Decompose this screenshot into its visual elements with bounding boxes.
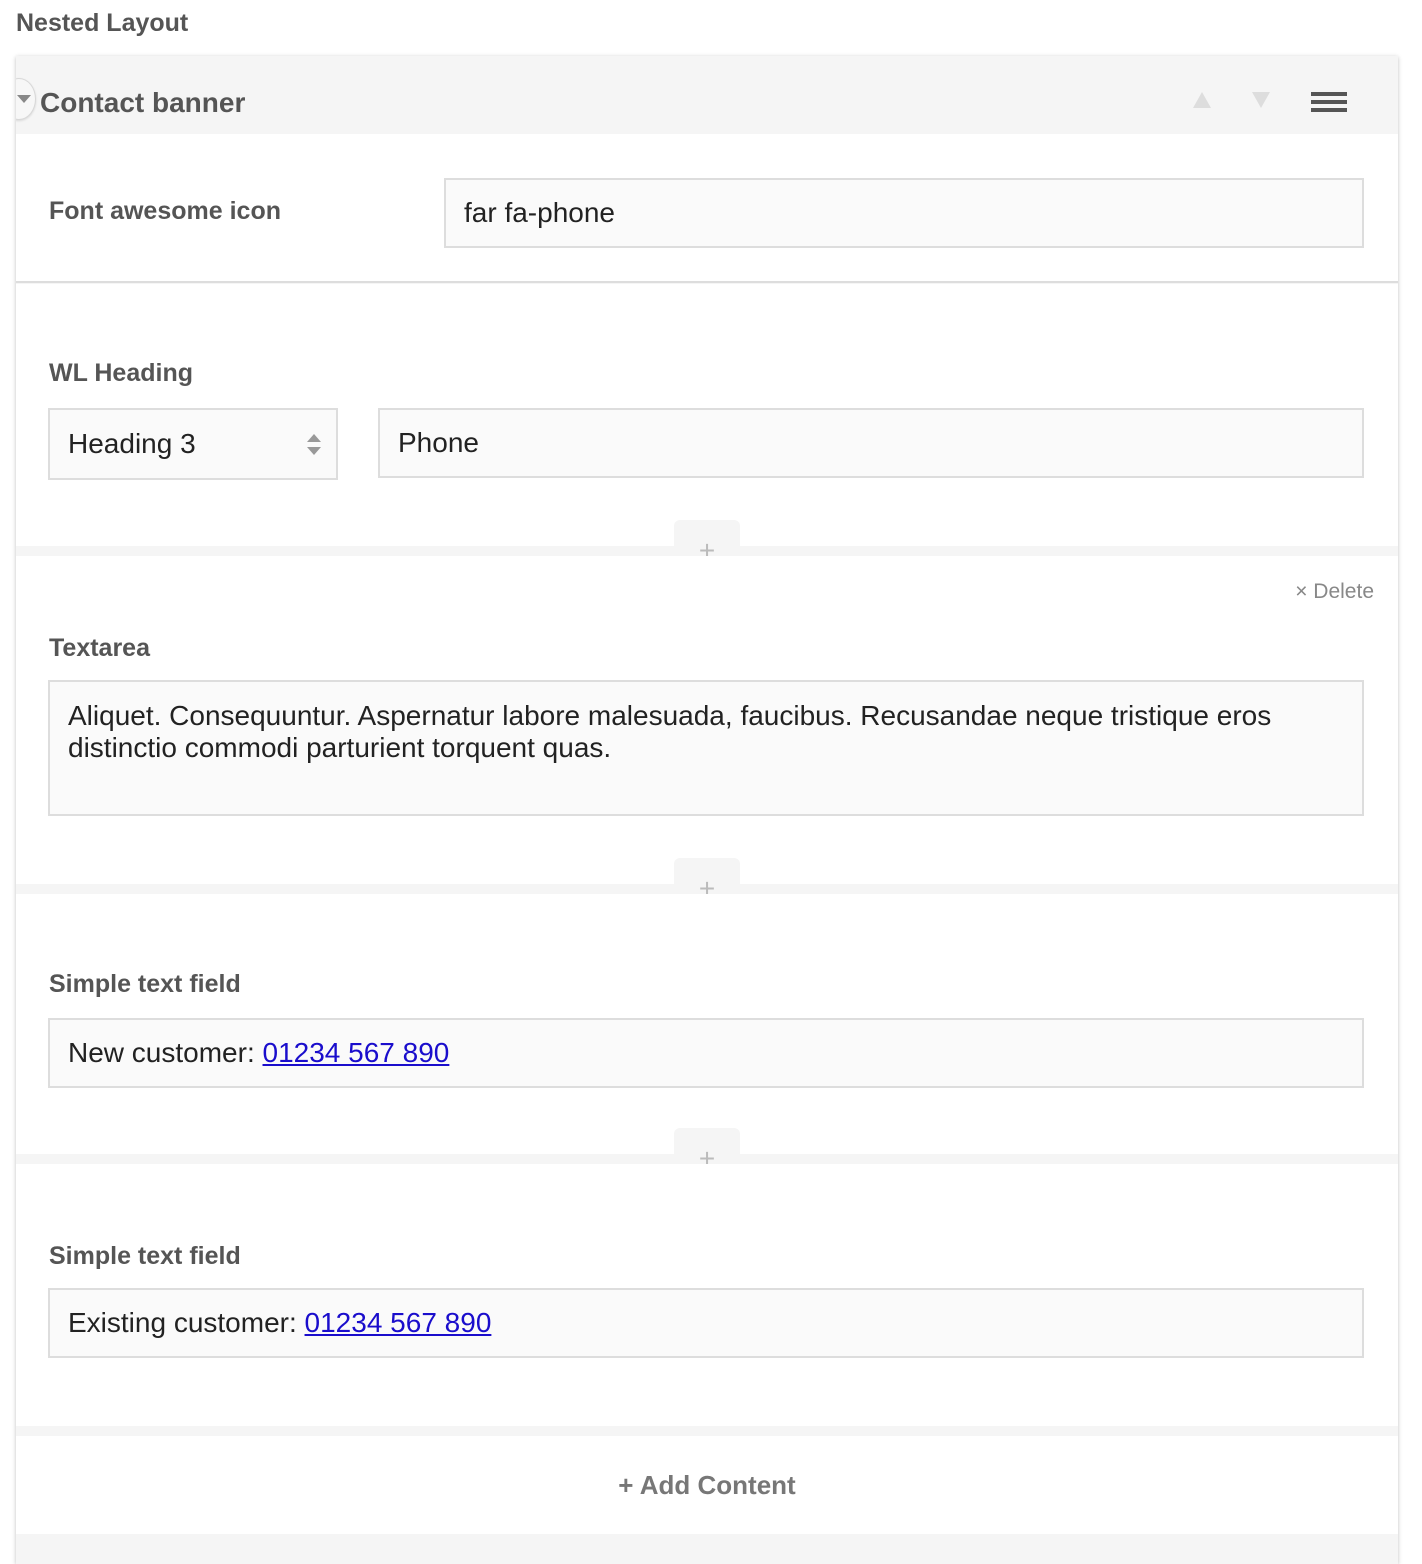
icon-field-label: Font awesome icon bbox=[49, 197, 281, 225]
arrow-down-icon[interactable] bbox=[1251, 90, 1271, 110]
phone-link-2[interactable]: 01234 567 890 bbox=[305, 1307, 492, 1338]
icon-field-section: Font awesome icon far fa-phone bbox=[16, 134, 1398, 283]
hamburger-menu-icon[interactable] bbox=[1311, 92, 1349, 116]
simple-text-prefix-1: New customer: bbox=[68, 1037, 263, 1068]
textarea-field-section: × Delete Textarea Aliquet. Consequuntur.… bbox=[16, 556, 1398, 884]
delete-button[interactable]: × Delete bbox=[1295, 580, 1374, 604]
heading-level-value: Heading 3 bbox=[68, 428, 196, 459]
chevron-down-icon[interactable] bbox=[16, 78, 36, 120]
heading-field-section: WL Heading Heading 3 Phone bbox=[16, 284, 1398, 546]
simple-text-section-1: Simple text field New customer: 01234 56… bbox=[16, 894, 1398, 1154]
textarea-input[interactable]: Aliquet. Consequuntur. Aspernatur labore… bbox=[48, 680, 1364, 816]
simple-text-input-2[interactable]: Existing customer: 01234 567 890 bbox=[48, 1288, 1364, 1358]
close-icon: × bbox=[1295, 580, 1308, 603]
simple-text-label-1: Simple text field bbox=[49, 970, 241, 998]
heading-text-input[interactable]: Phone bbox=[378, 408, 1364, 478]
page-title: Nested Layout bbox=[16, 9, 189, 37]
simple-text-section-2: Simple text field Existing customer: 012… bbox=[16, 1164, 1398, 1426]
simple-text-label-2: Simple text field bbox=[49, 1242, 241, 1270]
add-content-section: + Add Content bbox=[16, 1436, 1398, 1534]
icon-input[interactable]: far fa-phone bbox=[444, 178, 1364, 248]
heading-field-label: WL Heading bbox=[49, 359, 193, 387]
phone-link-1[interactable]: 01234 567 890 bbox=[263, 1037, 450, 1068]
simple-text-prefix-2: Existing customer: bbox=[68, 1307, 305, 1338]
simple-text-input-1[interactable]: New customer: 01234 567 890 bbox=[48, 1018, 1364, 1088]
heading-level-select[interactable]: Heading 3 bbox=[48, 408, 338, 480]
panel-header: Contact banner bbox=[16, 56, 1398, 134]
arrow-up-icon[interactable] bbox=[1192, 90, 1212, 110]
panel-title: Contact banner bbox=[40, 87, 246, 118]
delete-label: Delete bbox=[1313, 580, 1374, 603]
textarea-field-label: Textarea bbox=[49, 634, 150, 662]
select-arrows-icon bbox=[306, 434, 322, 458]
add-content-button[interactable]: + Add Content bbox=[16, 1436, 1398, 1534]
nested-layout-panel: Contact banner Font awesome icon far fa-… bbox=[16, 56, 1398, 1564]
